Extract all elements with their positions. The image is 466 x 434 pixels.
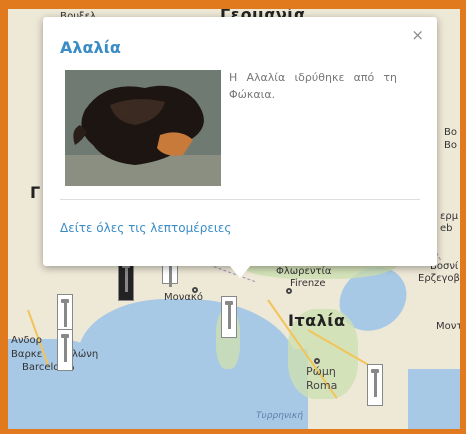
label-right-edge-1: Βο [444, 127, 457, 138]
label-right-edge-2: Bo [444, 140, 457, 151]
info-popup: Αλαλία × Η Αλαλία ιδρύθηκε από τη Φώκαια… [43, 17, 437, 266]
label-montenegro: Μοντ [436, 321, 460, 332]
divider [60, 199, 420, 200]
label-andorra: Ανδορ [11, 335, 43, 346]
label-rome-it: Roma [306, 379, 338, 392]
map-marker[interactable] [57, 329, 73, 371]
map-marker-selected[interactable] [221, 296, 237, 338]
label-herzegovina: Ερζεγοβ [418, 273, 460, 284]
label-right-edge-4: eb [440, 223, 453, 234]
artifact-image [65, 70, 221, 186]
label-tyrrhenian: Τυρρηνική [256, 411, 303, 421]
label-florence-gr: Φλωρεντία [276, 266, 332, 277]
city-dot-florence [286, 288, 292, 294]
label-florence-it: Firenze [290, 278, 326, 289]
popup-description: Η Αλαλία ιδρύθηκε από τη Φώκαια. [229, 71, 397, 101]
label-barcelona-gr2: λώνη [72, 349, 99, 360]
label-right-edge-3: ερμ [440, 211, 459, 222]
city-dot-rome [314, 358, 320, 364]
label-france: Γ [30, 183, 41, 202]
details-link[interactable]: Δείτε όλες τις λεπτομέρειες [60, 221, 231, 235]
label-italy: Ιταλία [288, 311, 346, 330]
popup-pointer [229, 265, 251, 278]
label-barcelona-gr: Βαρκε [11, 349, 43, 360]
city-dot-monaco [192, 287, 198, 293]
close-icon[interactable]: × [411, 26, 424, 44]
label-monaco: Μονακό [164, 292, 203, 303]
popup-title: Αλαλία [60, 38, 121, 57]
map-marker[interactable] [367, 364, 383, 406]
sea-ionian [408, 369, 460, 429]
label-rome-gr: Ρώμη [306, 365, 336, 378]
